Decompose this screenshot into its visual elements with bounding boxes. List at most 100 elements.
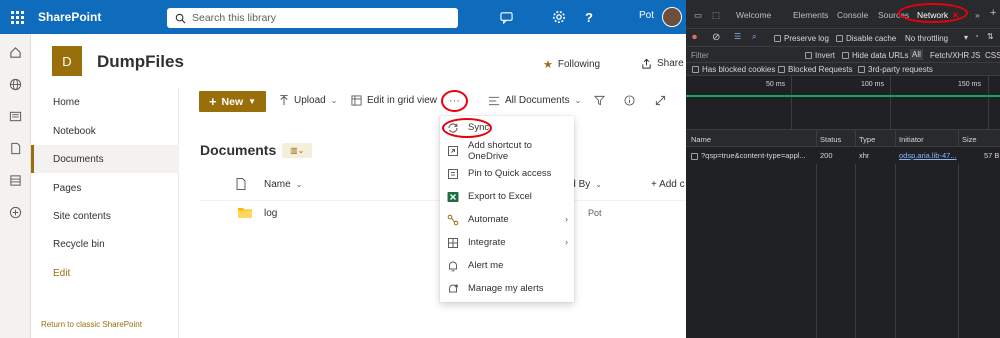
annotation-circle-sync [442,118,492,138]
following-button[interactable]: ★ Following [543,58,600,71]
blocked-requests-label: Blocked Requests [788,65,853,74]
nav-item-documents[interactable]: Documents [31,145,179,173]
blocked-requests-checkbox[interactable]: Blocked Requests [778,65,852,74]
menu-item-label: Automate [468,214,509,225]
column-header-initiator[interactable]: Initiator [899,135,924,144]
request-name: ?qsp=true&content-type=appl... [701,151,806,160]
nav-item-home[interactable]: Home [31,88,179,116]
menu-item-add-shortcut[interactable]: Add shortcut to OneDrive [440,139,574,162]
upload-button[interactable]: Upload ⌄ [279,95,337,106]
disable-cache-checkbox[interactable]: Disable cache [836,34,896,43]
hide-data-urls-label: Hide data URLs [852,51,909,60]
column-header-type[interactable]: Type [859,135,875,144]
request-name-cell[interactable]: ?qsp=true&content-type=appl... [691,151,815,160]
filter-js[interactable]: JS [971,51,980,60]
menu-item-alert-me[interactable]: Alert me [440,254,574,277]
name-header-label: Name [264,178,291,190]
row-name[interactable]: log [264,208,277,219]
gear-icon[interactable] [551,9,567,25]
inspect-element-icon[interactable]: ⬚ [712,10,720,21]
lists-icon[interactable] [7,172,23,188]
device-toolbar-icon[interactable]: ▭ [694,10,702,21]
site-title[interactable]: DumpFiles [97,52,184,72]
return-to-classic-link[interactable]: Return to classic SharePoint [41,320,142,329]
wifi-icon[interactable]: ◔ [974,32,979,41]
menu-item-pin-quick-access[interactable]: Pin to Quick access [440,162,574,185]
menu-item-automate[interactable]: Automate › [440,208,574,231]
menu-item-label: Integrate [468,237,506,248]
create-icon[interactable] [7,204,23,220]
timeline-gridline [890,76,891,130]
nav-item-notebook[interactable]: Notebook [31,117,179,145]
preserve-log-checkbox[interactable]: Preserve log [774,34,829,43]
invert-checkbox[interactable]: Invert [805,51,835,60]
clear-icon[interactable]: ⊘ [712,32,720,43]
filter-all[interactable]: All [910,49,923,60]
menu-item-label: Add shortcut to OneDrive [468,139,532,162]
edit-grid-view-button[interactable]: Edit in grid view [351,95,437,106]
site-logo[interactable]: D [52,46,82,76]
column-header-name[interactable]: Name [691,135,711,144]
globe-icon[interactable] [7,76,23,92]
home-icon[interactable] [7,44,23,60]
chevron-down-icon: ⌄ [330,96,338,105]
tab-elements[interactable]: Elements [793,10,828,20]
nav-item-recycle-bin[interactable]: Recycle bin [31,230,179,258]
menu-item-export-excel[interactable]: Export to Excel [440,185,574,208]
nav-edit-link[interactable]: Edit [31,259,179,287]
expand-icon[interactable] [655,95,666,106]
filter-toggle-icon[interactable]: ☰ [734,32,741,41]
search-input[interactable]: Search this library [192,12,276,24]
info-icon[interactable] [624,95,635,106]
third-party-checkbox[interactable]: 3rd-party requests [858,65,933,74]
column-header-name[interactable]: Name ⌄ [264,172,302,196]
file-type-header-icon[interactable] [236,172,246,196]
news-icon[interactable] [7,108,23,124]
avatar[interactable] [662,7,682,27]
nav-item-site-contents[interactable]: Site contents [31,202,179,230]
share-label: Share [657,58,684,69]
help-icon[interactable]: ? [581,9,597,25]
filter-icon[interactable] [594,95,605,106]
app-launcher-button[interactable] [0,0,34,34]
hide-data-urls-checkbox[interactable]: Hide data URLs [842,51,908,60]
suite-brand[interactable]: SharePoint [38,10,101,24]
library-view-chip[interactable]: ▥⌄ [282,142,313,158]
filter-input[interactable]: Filter [691,51,709,60]
request-initiator-link[interactable]: odsp.aria.lib-47... [899,151,957,160]
menu-item-manage-alerts[interactable]: Manage my alerts [440,277,574,300]
view-switcher[interactable]: All Documents ⌄ [489,95,581,106]
user-name[interactable]: Pot [639,10,654,21]
command-bar: + New ▼ Upload ⌄ Edit in grid view ··· A… [179,88,686,116]
filter-fetch-xhr[interactable]: Fetch/XHR [930,51,969,60]
library-title: Documents [200,142,277,158]
chat-icon[interactable] [498,9,514,25]
column-header-status[interactable]: Status [820,135,841,144]
nav-item-pages[interactable]: Pages [31,174,179,202]
column-header-size[interactable]: Size [962,135,977,144]
new-button[interactable]: + New ▼ [199,91,266,112]
tab-console[interactable]: Console [837,10,868,20]
share-button[interactable]: Share [641,58,684,69]
throttling-select[interactable]: No throttling [905,34,948,43]
integrate-icon [447,237,459,249]
file-icon[interactable] [7,140,23,156]
more-tabs-icon[interactable]: » [975,10,980,20]
record-icon[interactable]: ⏺ [692,32,697,43]
add-tab-icon[interactable]: + [990,7,996,19]
library-icon: ▥⌄ [290,145,305,155]
blocked-cookies-checkbox[interactable]: Has blocked cookies [692,65,775,74]
search-icon[interactable]: ⌕ [752,32,756,42]
more-options-icon[interactable]: ⇅ [987,32,994,41]
filter-css[interactable]: CSS [985,51,1000,60]
menu-item-integrate[interactable]: Integrate › [440,231,574,254]
network-overview-timeline: 50 ms 100 ms 150 ms [686,76,1000,130]
chevron-down-icon: ▼ [248,97,257,106]
app-rail [0,34,31,338]
tab-welcome[interactable]: Welcome [736,10,771,20]
timeline-gridline [791,76,792,130]
add-column-button[interactable]: + Add c [651,172,685,196]
invert-label: Invert [815,51,836,60]
search-box[interactable]: Search this library [167,8,458,28]
request-row[interactable]: ?qsp=true&content-type=appl... 200 xhr o… [686,147,1000,164]
